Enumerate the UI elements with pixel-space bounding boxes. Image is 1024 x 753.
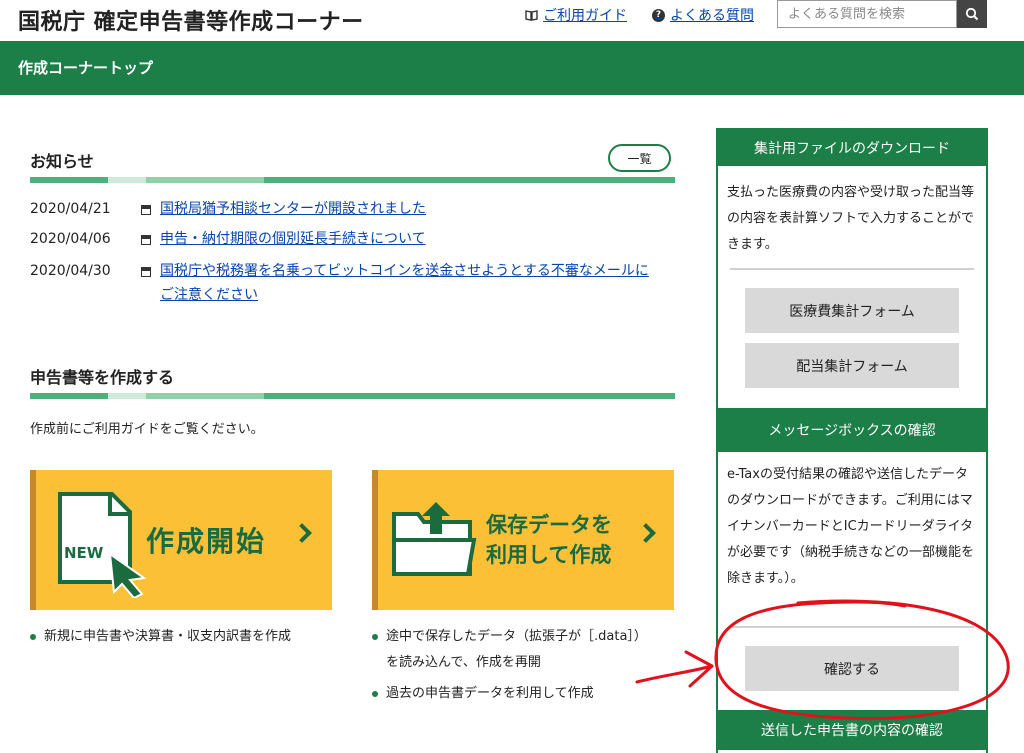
search-button[interactable] <box>957 0 987 28</box>
news-link[interactable]: 国税局猶予相談センターが開設されました <box>160 197 660 221</box>
annotation-arrowhead <box>684 650 714 688</box>
guide-link[interactable]: ご利用ガイド <box>525 5 627 25</box>
divider <box>730 268 974 270</box>
news-list-button[interactable]: 一覧 <box>608 144 671 172</box>
chevron-right-icon <box>292 523 312 543</box>
message-box-heading: メッセージボックスの確認 <box>718 408 986 452</box>
saved-data-create-button[interactable]: 保存データを 利用して作成 <box>372 470 674 610</box>
annotation-arrow <box>635 664 714 684</box>
guide-notice: 作成前にご利用ガイドをご覧ください。 <box>30 422 264 437</box>
window-icon <box>141 235 151 245</box>
saved-data-label-line2: 利用して作成 <box>486 543 612 567</box>
saved-bullet1-line2: を読み込んで、作成を再開 <box>386 655 541 670</box>
book-icon <box>525 9 538 22</box>
list-item: 過去の申告書データを利用して作成 <box>372 681 594 707</box>
news-date: 2020/04/21 <box>30 201 111 217</box>
question-icon: ? <box>652 8 665 22</box>
message-box-confirm-button[interactable]: 確認する <box>745 646 959 691</box>
saved-data-label-line1: 保存データを <box>486 513 612 537</box>
sidebar: 集計用ファイルのダウンロード 支払った医療費の内容や受け取った配当等の内容を表計… <box>716 128 988 753</box>
breadcrumb-band: 作成コーナートップ <box>0 41 1024 95</box>
folder-upload-icon <box>392 502 477 576</box>
window-icon <box>141 267 151 277</box>
news-heading: お知らせ <box>30 152 94 171</box>
news-divider <box>30 177 675 183</box>
news-link[interactable]: 国税庁や税務署を名乗ってビットコインを送金させようとする不審なメールにご注意くだ… <box>160 259 660 307</box>
faq-search-input[interactable] <box>777 0 957 28</box>
start-bullet-text: 新規に申告書や決算書・収支内訳書を作成 <box>44 629 292 644</box>
sent-return-heading: 送信した申告書の内容の確認 <box>718 710 986 750</box>
list-item: 途中で保存したデータ（拡張子が［.data］） を読み込んで、作成を再開 <box>372 624 647 676</box>
dividend-form-button[interactable]: 配当集計フォーム <box>745 343 959 388</box>
search-icon <box>965 7 979 21</box>
create-divider <box>30 393 675 399</box>
divider <box>730 626 974 628</box>
faq-link[interactable]: ? よくある質問 <box>652 5 754 25</box>
message-box-description: e-Taxの受付結果の確認や送信したデータのダウンロードができます。ご利用にはマ… <box>727 467 975 586</box>
start-create-label: 作成開始 <box>146 525 267 558</box>
guide-link-label[interactable]: ご利用ガイド <box>543 5 627 25</box>
svg-text:NEW: NEW <box>64 544 104 562</box>
create-heading: 申告書等を作成する <box>30 368 175 387</box>
faq-link-label[interactable]: よくある質問 <box>670 5 754 25</box>
download-description: 支払った医療費の内容や受け取った配当等の内容を表計算ソフトで入力することができま… <box>727 185 975 252</box>
news-date: 2020/04/30 <box>30 263 111 279</box>
download-heading: 集計用ファイルのダウンロード <box>718 130 986 166</box>
top-header: 国税庁 確定申告書等作成コーナー ご利用ガイド ? よくある質問 <box>0 0 1024 40</box>
news-date: 2020/04/06 <box>30 231 111 247</box>
site-title: 国税庁 確定申告書等作成コーナー <box>18 10 364 35</box>
start-create-button[interactable]: NEW 作成開始 <box>30 470 332 610</box>
list-item: 新規に申告書や決算書・収支内訳書を作成 <box>30 624 291 650</box>
medical-expense-form-button[interactable]: 医療費集計フォーム <box>745 288 959 333</box>
saved-data-label: 保存データを 利用して作成 <box>486 510 612 570</box>
page-title: 作成コーナートップ <box>18 59 154 77</box>
news-link[interactable]: 申告・納付期限の個別延長手続きについて <box>160 227 660 251</box>
new-document-icon: NEW <box>58 492 147 598</box>
window-icon <box>141 205 151 215</box>
saved-bullet1-line1: 途中で保存したデータ（拡張子が［.data］） <box>386 629 647 644</box>
chevron-right-icon <box>636 523 656 543</box>
saved-bullet2-text: 過去の申告書データを利用して作成 <box>386 686 594 701</box>
